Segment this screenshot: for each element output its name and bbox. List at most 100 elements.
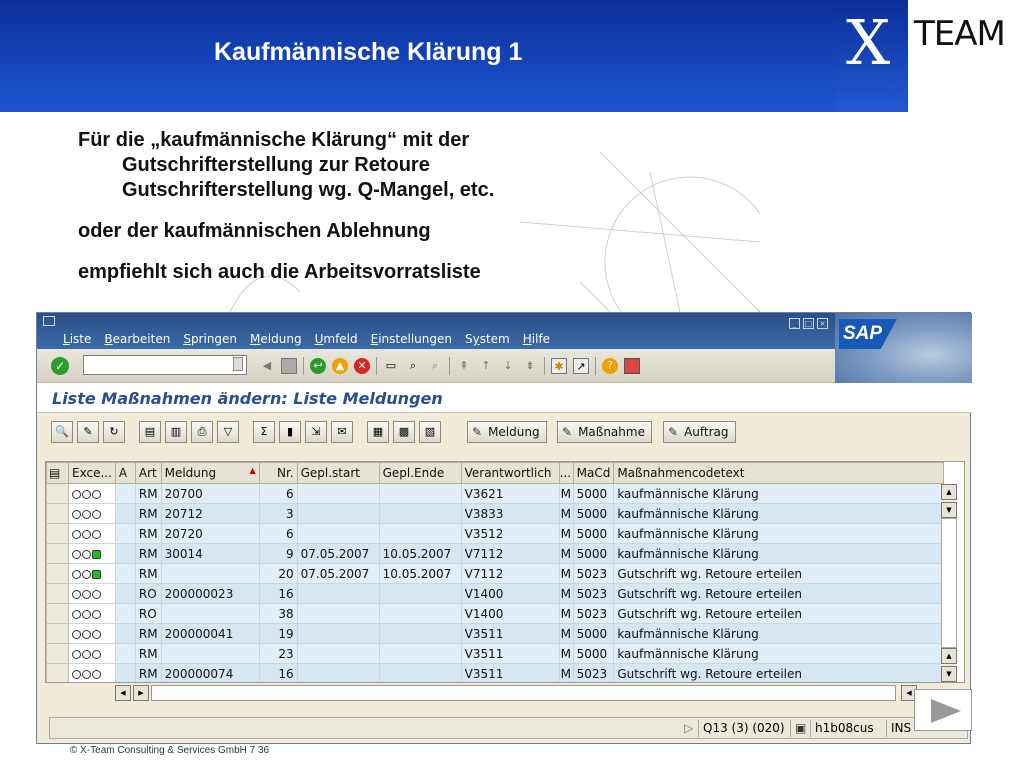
menu-einstellungen[interactable]: Einstellungen xyxy=(371,332,452,346)
layout-menu-icon[interactable] xyxy=(624,358,640,374)
row-selector[interactable] xyxy=(46,503,69,524)
row-selector[interactable] xyxy=(46,483,69,504)
print-icon[interactable]: ▭ xyxy=(383,358,399,374)
row-selector[interactable] xyxy=(46,643,69,664)
scroll-down-icon[interactable]: ▼ xyxy=(941,502,957,518)
first-page-icon[interactable]: ⇞ xyxy=(456,358,472,374)
command-field[interactable] xyxy=(83,355,247,375)
cell-macd: 5023 xyxy=(572,663,615,682)
minimize-icon[interactable]: _ xyxy=(789,318,800,329)
table-row[interactable]: RM 200000074 16 V3511 M 5023 Gutschrift wg. Re… xyxy=(46,663,945,682)
change-icon[interactable]: ✎ xyxy=(77,421,99,443)
find-next-icon[interactable]: ⌕ xyxy=(427,358,443,374)
shortcut-icon[interactable]: ↗ xyxy=(573,358,589,374)
column-header[interactable]: Nr. xyxy=(258,462,298,484)
save-icon[interactable] xyxy=(281,358,297,374)
enter-icon[interactable]: ✓ xyxy=(51,357,69,375)
scroll-right-icon[interactable]: ▶ xyxy=(133,685,149,701)
next-page-icon[interactable]: ↓ xyxy=(500,358,516,374)
close-icon[interactable]: × xyxy=(817,318,828,329)
cell-x: M xyxy=(558,603,574,624)
chart-icon[interactable]: ▮ xyxy=(279,421,301,443)
scroll-down-icon[interactable]: ▼ xyxy=(941,666,957,682)
menu-system[interactable]: System xyxy=(465,332,510,346)
row-selector[interactable] xyxy=(46,603,69,624)
column-header[interactable]: MaCd xyxy=(572,462,615,484)
scroll-track[interactable] xyxy=(151,685,896,701)
command-history-icon[interactable] xyxy=(233,357,243,371)
back-arrow-icon[interactable]: ◀ xyxy=(259,358,275,374)
row-selector[interactable] xyxy=(46,623,69,644)
massnahme-button[interactable]: ✎ Maßnahme xyxy=(557,421,652,443)
filter-icon[interactable]: ▽ xyxy=(217,421,239,443)
menu-hilfe[interactable]: Hilfe xyxy=(523,332,550,346)
column-header-meldung[interactable]: Meldung ▲ xyxy=(160,462,260,484)
table-row[interactable]: RM 200000041 19 V3511 M 5000 kaufmännische Klä… xyxy=(46,623,945,644)
help-icon[interactable]: ? xyxy=(602,358,618,374)
window-menu-icon[interactable] xyxy=(43,316,55,326)
column-header[interactable]: Gepl.Ende xyxy=(378,462,462,484)
column-header[interactable]: Art xyxy=(134,462,162,484)
system-info-icon[interactable]: ▣ xyxy=(790,720,810,737)
vertical-scrollbar[interactable]: ▲ ▼ ▲ ▼ xyxy=(941,484,957,682)
table-row[interactable]: RM 20712 3 V3833 M 5000 kaufmännische Klärung xyxy=(46,503,945,524)
select-icon[interactable]: ▥ xyxy=(165,421,187,443)
details-icon[interactable]: ▤ xyxy=(139,421,161,443)
column-header[interactable]: Gepl.start xyxy=(296,462,380,484)
save-layout-icon[interactable]: ▧ xyxy=(419,421,441,443)
display-icon[interactable]: 🔍 xyxy=(51,421,73,443)
layout-icon[interactable]: ▦ xyxy=(367,421,389,443)
row-selector[interactable] xyxy=(46,523,69,544)
table-row[interactable]: RO 38 V1400 M 5023 Gutschrift wg. Retoure ert… xyxy=(46,603,945,624)
back-icon[interactable]: ↩ xyxy=(310,358,326,374)
cell-a xyxy=(114,603,136,624)
table-row[interactable]: RM 23 V3511 M 5000 kaufmännische Klärung xyxy=(46,643,945,664)
exit-icon[interactable]: ▲ xyxy=(332,358,348,374)
row-selector[interactable] xyxy=(46,563,69,584)
scroll-left-icon[interactable]: ◀ xyxy=(115,685,131,701)
table-row[interactable]: RM 30014 9 07.05.2007 10.05.2007 V7112 M 5000 ka… xyxy=(46,543,945,564)
maximize-icon[interactable]: □ xyxy=(803,318,814,329)
auftrag-button[interactable]: ✎ Auftrag xyxy=(663,421,736,443)
column-header[interactable]: ... xyxy=(558,462,574,484)
sum-icon[interactable]: Σ xyxy=(253,421,275,443)
select-all-icon[interactable]: ▤ xyxy=(46,462,69,484)
exception-lights-icon xyxy=(68,503,116,524)
column-header[interactable]: Exce... xyxy=(68,462,116,484)
row-selector[interactable] xyxy=(46,663,69,682)
status-system: Q13 (3) (020) xyxy=(698,720,789,737)
menu-umfeld[interactable]: Umfeld xyxy=(315,332,358,346)
menu-liste[interactable]: Liste xyxy=(63,332,91,346)
table-row[interactable]: RM 20720 6 V3512 M 5000 kaufmännische Klärung xyxy=(46,523,945,544)
column-header[interactable]: Verantwortlich xyxy=(460,462,560,484)
column-header[interactable]: A xyxy=(114,462,136,484)
scroll-track[interactable] xyxy=(941,518,957,648)
menu-meldung[interactable]: Meldung xyxy=(250,332,302,346)
previous-page-icon[interactable]: ↑ xyxy=(478,358,494,374)
scroll-up-icon[interactable]: ▲ xyxy=(941,484,957,500)
x-team-logo: X TEAM xyxy=(834,0,1024,112)
table-row[interactable]: RO 200000023 16 V1400 M 5023 Gutschrift wg. Re… xyxy=(46,583,945,604)
find-icon[interactable]: ⌕ xyxy=(405,358,421,374)
refresh-icon[interactable]: ↻ xyxy=(103,421,125,443)
row-selector[interactable] xyxy=(46,543,69,564)
last-page-icon[interactable]: ⇟ xyxy=(522,358,538,374)
menu-bearbeiten[interactable]: Bearbeiten xyxy=(104,332,170,346)
print-list-icon[interactable]: ⎙ xyxy=(191,421,213,443)
mail-icon[interactable]: ✉ xyxy=(331,421,353,443)
export-icon[interactable]: ⇲ xyxy=(305,421,327,443)
choose-layout-icon[interactable]: ▩ xyxy=(393,421,415,443)
table-row[interactable]: RM 20700 6 V3621 M 5000 kaufmännische Klärung xyxy=(46,483,945,504)
column-header[interactable]: Maßnahmencodetext xyxy=(613,462,945,484)
logo-team-text: TEAM xyxy=(914,14,1006,54)
cancel-icon[interactable]: ✕ xyxy=(354,358,370,374)
row-selector[interactable] xyxy=(46,583,69,604)
meldung-button[interactable]: ✎ Meldung xyxy=(467,421,547,443)
play-icon[interactable] xyxy=(914,689,972,731)
table-row[interactable]: RM 20 07.05.2007 10.05.2007 V7112 M 5023 Gutsch… xyxy=(46,563,945,584)
horizontal-scrollbar[interactable]: ◀ ▶ ◀ xyxy=(115,685,925,701)
menu-springen[interactable]: Springen xyxy=(183,332,237,346)
scroll-up-icon[interactable]: ▲ xyxy=(941,648,957,664)
new-session-icon[interactable]: ✱ xyxy=(551,358,567,374)
status-expand-icon[interactable]: ▷ xyxy=(680,720,697,737)
